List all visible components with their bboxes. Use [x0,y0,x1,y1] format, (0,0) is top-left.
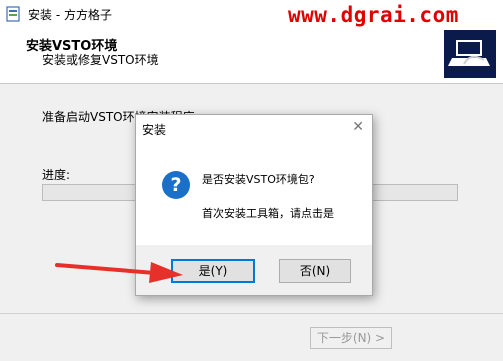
dialog-title: 安装 [142,123,167,137]
dialog-hint: 首次安装工具箱，请点击是 [202,207,334,220]
close-icon[interactable]: ✕ [352,119,364,135]
watermark-text: www.dgrai.com [288,3,459,27]
window-title: 安装 - 方方格子 [28,8,112,22]
question-icon: ? [162,171,190,199]
product-logo-icon [444,30,496,78]
installer-app-icon [6,6,20,22]
dialog-message: 是否安装VSTO环境包? [202,173,315,186]
progress-label: 进度: [42,168,71,182]
wizard-header: 安装VSTO环境 安装或修复VSTO环境 [0,28,503,84]
page-subtitle: 安装或修复VSTO环境 [42,53,159,67]
no-button[interactable]: 否(N) [279,259,351,283]
footer-divider [0,313,503,314]
title-bar: 安装 - 方方格子 www.dgrai.com [0,0,503,28]
pointer-arrow-icon [55,262,183,283]
next-button[interactable]: 下一步(N) > [310,327,392,349]
